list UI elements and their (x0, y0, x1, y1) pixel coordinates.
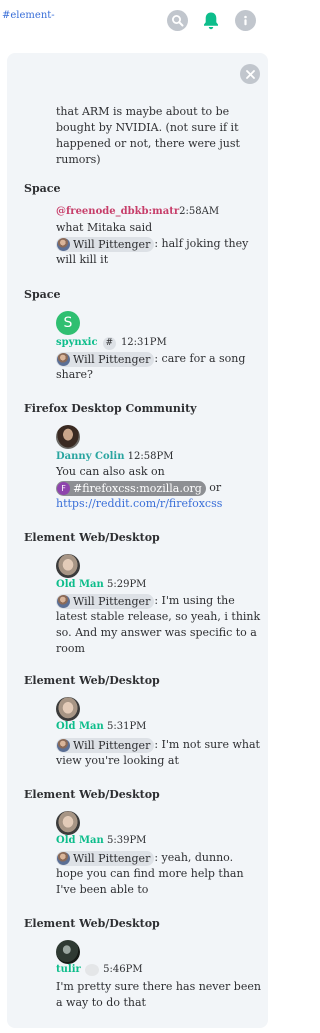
close-icon (245, 69, 255, 79)
message-link[interactable]: https://reddit.com/r/firefoxcss (56, 497, 222, 510)
message-text: Will Pittenger: I'm using the latest sta… (56, 593, 261, 657)
result-room-name[interactable]: Firefox Desktop Community (24, 402, 197, 415)
avatar[interactable] (56, 697, 80, 721)
top-bar: #element- (0, 0, 273, 40)
message-sender-line: @freenode_dbkb:matr2:58AM (56, 205, 219, 219)
sender-name[interactable]: Old Man (56, 579, 104, 590)
avatar[interactable] (56, 940, 80, 964)
user-pill-label: Will Pittenger (73, 738, 151, 752)
result-room-name[interactable]: Element Web/Desktop (24, 788, 160, 801)
user-pill-avatar (57, 237, 70, 251)
close-button[interactable] (240, 64, 260, 84)
user-pill-label: Will Pittenger (73, 237, 151, 251)
sender-name[interactable]: Old Man (56, 835, 104, 846)
room-info-button[interactable] (235, 10, 256, 31)
message-timestamp[interactable]: 5:46PM (103, 964, 142, 975)
sender-name[interactable]: tulir (56, 964, 81, 975)
search-results-panel: that ARM is maybe about to be bought by … (7, 53, 268, 1028)
bell-icon (203, 12, 218, 29)
user-pill[interactable]: Will Pittenger (56, 737, 155, 753)
info-icon (244, 15, 247, 26)
notifications-button[interactable] (200, 10, 221, 31)
message-or: or (209, 481, 222, 494)
user-pill-avatar (57, 352, 70, 366)
sender-name[interactable]: spynxic (56, 337, 98, 348)
user-pill[interactable]: Will Pittenger (56, 850, 155, 866)
result-room-name[interactable]: Space (24, 288, 60, 301)
sender-name[interactable]: Danny Colin (56, 451, 124, 462)
message-sender-line: Old Man 5:31PM (56, 720, 146, 734)
message-timestamp[interactable]: 12:31PM (121, 337, 167, 348)
avatar[interactable] (56, 811, 80, 835)
message-line: what Mitaka said (56, 221, 153, 234)
user-pill[interactable]: Will Pittenger (56, 593, 155, 609)
message-sender-line: Danny Colin 12:58PM (56, 450, 173, 464)
avatar[interactable] (56, 425, 80, 449)
message-sender-line: Old Man 5:29PM (56, 578, 146, 592)
result-room-name[interactable]: Element Web/Desktop (24, 674, 160, 687)
avatar[interactable]: S (56, 311, 80, 335)
user-pill-label: Will Pittenger (73, 352, 151, 366)
message-text: Will Pittenger: care for a song share? (56, 351, 261, 383)
user-pill-avatar (57, 594, 70, 608)
user-pill-avatar (57, 851, 70, 865)
message-timestamp[interactable]: 5:39PM (107, 835, 146, 846)
user-pill-avatar (57, 738, 70, 752)
avatar-letter: S (63, 315, 73, 331)
user-pill-label: Will Pittenger (73, 851, 151, 865)
user-pill[interactable]: Will Pittenger (56, 236, 155, 252)
user-pill-label: Will Pittenger (73, 594, 151, 608)
search-button[interactable] (167, 10, 188, 31)
result-room-name[interactable]: Element Web/Desktop (24, 917, 160, 930)
message-timestamp[interactable]: 5:29PM (107, 579, 146, 590)
message-sender-line: tulir 5:46PM (56, 963, 143, 977)
message-timestamp[interactable]: 5:31PM (107, 721, 146, 732)
sender-name[interactable]: @freenode_dbkb:matr (56, 206, 179, 217)
message-sender-line: Old Man 5:39PM (56, 834, 146, 848)
search-icon (172, 15, 184, 27)
sender-badge-icon (84, 963, 99, 976)
message-text: You can also ask on F #firefoxcss:mozilla… (56, 464, 261, 512)
result-room-name[interactable]: Element Web/Desktop (24, 531, 160, 544)
room-link[interactable]: #element- (2, 10, 55, 21)
room-pill[interactable]: F #firefoxcss:mozilla.org (56, 480, 206, 496)
avatar[interactable] (56, 554, 80, 578)
message-sender-line: spynxic # 12:31PM (56, 336, 167, 350)
message-text: what Mitaka said Will Pittenger: half jo… (56, 220, 261, 268)
room-pill-avatar: F (57, 481, 70, 495)
message-line: You can also ask on (56, 465, 165, 478)
message-text: that ARM is maybe about to be bought by … (56, 105, 240, 166)
message-text: I'm pretty sure there has never been a w… (56, 980, 261, 1009)
message-text: Will Pittenger: I'm not sure what view y… (56, 737, 261, 769)
room-pill-label: #firefoxcss:mozilla.org (73, 481, 202, 495)
sender-name[interactable]: Old Man (56, 721, 104, 732)
sender-badge: # (102, 337, 116, 350)
message-text: Will Pittenger: yeah, dunno. hope you ca… (56, 850, 261, 898)
user-pill[interactable]: Will Pittenger (56, 351, 155, 367)
message-timestamp[interactable]: 2:58AM (179, 206, 219, 217)
message-timestamp[interactable]: 12:58PM (128, 451, 174, 462)
result-room-name[interactable]: Space (24, 182, 60, 195)
